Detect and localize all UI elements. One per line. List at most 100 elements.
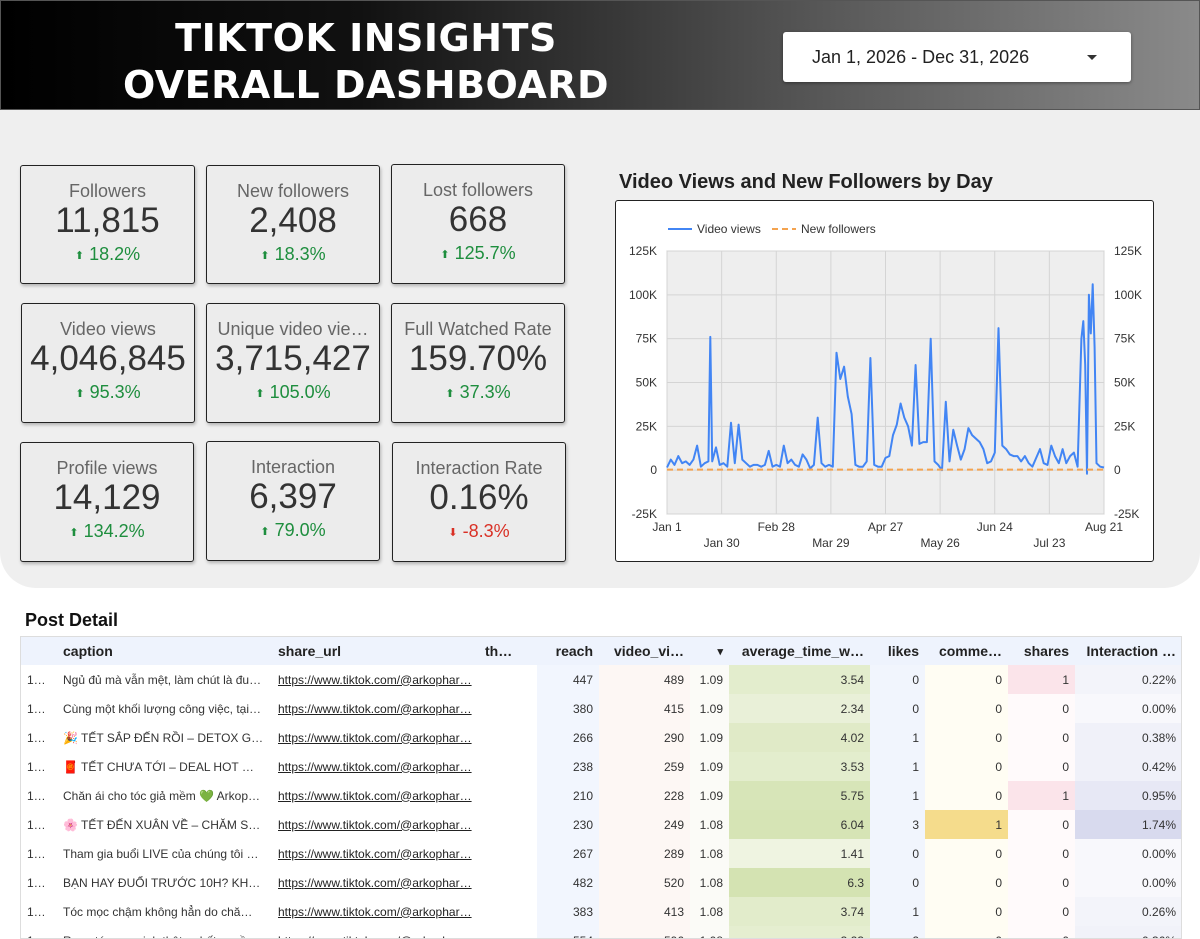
kpi-label: New followers [236, 181, 350, 201]
table-cell[interactable]: https://www.tiktok.com/@arkophar… [272, 810, 479, 839]
kpi-label: Full Watched Rate [404, 319, 552, 339]
kpi-change-value: 18.3% [274, 244, 326, 264]
x-tick-lower: Jul 23 [1033, 536, 1065, 550]
table-cell: 1 [870, 897, 925, 926]
column-header-1[interactable] [21, 637, 57, 665]
table-cell: 415 [599, 694, 690, 723]
arrow-up-icon: ⬆ [440, 249, 450, 261]
table-row[interactable]: 1… Tóc mọc chậm không hẳn do chă… https://… [21, 897, 1181, 926]
table-cell: 0 [1008, 723, 1075, 752]
kpi-change: ⬆ 79.0% [207, 520, 379, 541]
table-cell[interactable]: https://www.tiktok.com/@arkophar… [272, 897, 479, 926]
table-cell [479, 810, 537, 839]
table-cell [479, 781, 537, 810]
table-cell[interactable]: https://www.tiktok.com/@arkophar… [272, 839, 479, 868]
table-cell: 3.23 [729, 926, 870, 938]
table-cell: 1.08 [690, 926, 729, 938]
table-cell: 🎉 TẾT SẮP ĐẾN RỒI – DETOX G… [63, 730, 264, 745]
date-range-picker[interactable]: Jan 1, 2026 - Dec 31, 2026 [783, 32, 1131, 82]
kpi-value: 3,715,427 [215, 339, 371, 378]
table-row[interactable]: 1… Ngủ đủ mà vẫn mệt, làm chút là đu… http… [21, 665, 1181, 694]
column-header-6[interactable]: video_vi… [599, 637, 690, 665]
table-row[interactable]: 1…Rụng tóc sau sinh thật ra bất nguồ…htt… [21, 926, 1181, 939]
kpi-value: 14,129 [53, 478, 161, 517]
arrow-up-icon: ⬆ [74, 250, 85, 262]
table-row[interactable]: 1… 🧧 TẾT CHƯA TỚI – DEAL HOT … https://www… [21, 752, 1181, 781]
kpi-change: ⬆ 105.0% [207, 382, 379, 403]
table-row[interactable]: 1… BẠN HAY ĐUỔI TRƯỚC 10H? KH… https://www… [21, 868, 1181, 897]
y-tick-right: 50K [1114, 376, 1135, 390]
title-line-1: TIKTOK INSIGHTS [175, 16, 557, 60]
table-cell: 3.54 [729, 665, 870, 694]
kpi-value: 4,046,845 [30, 339, 186, 378]
table-cell: 1 [925, 810, 1008, 839]
table-row[interactable]: 1… Chăn ái cho tóc giả mềm 💚 Arkop… https:… [21, 781, 1181, 810]
y-tick-right: 100K [1114, 288, 1142, 302]
table-cell: 1… [27, 904, 46, 919]
table-row[interactable]: 1… Tham gia buổi LIVE của chúng tôi … http… [21, 839, 1181, 868]
table-row[interactable]: 1… 🌸 TẾT ĐẾN XUÂN VỀ – CHĂM S… https://www… [21, 810, 1181, 839]
table-cell: 6.3 [729, 868, 870, 897]
table-cell[interactable]: https://www.tiktok.com/@arkophar… [272, 723, 479, 752]
table-cell[interactable]: https://www.tiktok.com/@arkophar… [272, 665, 479, 694]
post-detail-table[interactable]: caption share_url th… reach video_vi… ▾ averag… [20, 636, 1182, 939]
y-tick-right: 125K [1114, 244, 1142, 258]
kpi-change: ⬆ 37.3% [392, 382, 564, 403]
table-cell: 266 [537, 723, 599, 752]
dashboard-title: TIKTOK INSIGHTS OVERALL DASHBOARD [1, 15, 731, 109]
column-header-3[interactable]: share_url [272, 637, 479, 665]
table-cell[interactable]: https://www.tiktok.com/@arkophar… [272, 868, 479, 897]
table-cell[interactable]: https://www.tiktok.com/@arkophar… [272, 926, 479, 939]
x-tick-upper: Aug 21 [1085, 520, 1123, 534]
table-cell[interactable]: https://www.tiktok.com/@arkophar… [272, 694, 479, 723]
table-cell: 3 [870, 810, 925, 839]
table-cell [479, 926, 537, 938]
x-tick-upper: Apr 27 [868, 520, 904, 534]
column-header-7[interactable]: ▾ [690, 637, 729, 665]
legend-label-2: New followers [801, 222, 876, 236]
column-header-8[interactable]: average_time_w… [729, 637, 870, 665]
table-cell [479, 839, 537, 868]
table-cell: 383 [537, 897, 599, 926]
kpi-value: 0.16% [429, 478, 529, 517]
table-cell: 413 [599, 897, 690, 926]
column-header-5[interactable]: reach [537, 637, 599, 665]
table-cell: 2.34 [729, 694, 870, 723]
table-cell: 0 [1008, 868, 1075, 897]
table-cell: 1.08 [690, 897, 729, 926]
column-header-12[interactable]: Interaction … [1075, 637, 1181, 665]
table-cell: 489 [599, 665, 690, 694]
column-header-2[interactable]: caption [57, 637, 272, 665]
table-cell: 0.00% [1075, 694, 1181, 723]
table-cell: 0 [1008, 752, 1075, 781]
table-cell: 🧧 TẾT CHƯA TỚI – DEAL HOT … [63, 759, 254, 774]
table-cell: 1.09 [690, 781, 729, 810]
kpi-label: Interaction [250, 457, 336, 477]
kpi-change-value: 95.3% [89, 382, 141, 402]
table-cell: 228 [599, 781, 690, 810]
column-header-11[interactable]: shares [1008, 637, 1075, 665]
kpi-label: Lost followers [422, 180, 534, 200]
table-row[interactable]: 1… 🎉 TẾT SẮP ĐẾN RỒI – DETOX G… https://ww… [21, 723, 1181, 752]
table-cell: BẠN HAY ĐUỔI TRƯỚC 10H? KH… [63, 875, 261, 890]
kpi-card-4: Video views 4,046,845 ⬆ 95.3% [21, 303, 195, 423]
arrow-up-icon: ⬆ [69, 527, 79, 539]
table-cell[interactable]: https://www.tiktok.com/@arkophar… [272, 752, 479, 781]
table-cell: 1.09 [690, 694, 729, 723]
chevron-down-icon [1087, 55, 1097, 60]
table-row[interactable]: 1… Cùng một khối lượng công việc, tại… htt… [21, 694, 1181, 723]
column-header-4[interactable]: th… [479, 637, 537, 665]
table-cell: 0 [925, 781, 1008, 810]
line-chart: 125K 125K 100K 100K 75K 75K 50K 50K 25K 25K 0 0 -25K… [629, 222, 1142, 550]
table-cell: Tham gia buổi LIVE của chúng tôi … [63, 846, 259, 861]
y-tick-left: 125K [629, 244, 657, 258]
table-cell [479, 723, 537, 752]
column-header-9[interactable]: likes [870, 637, 925, 665]
arrow-up-icon: ⬆ [260, 250, 270, 262]
table-cell: 596 [599, 926, 690, 938]
column-header-10[interactable]: comme… [925, 637, 1008, 665]
kpi-change-value: 134.2% [83, 521, 145, 541]
table-cell[interactable]: https://www.tiktok.com/@arkophar… [272, 781, 479, 810]
table-cell: 1… [21, 926, 57, 939]
table-cell: 1… [27, 730, 46, 745]
